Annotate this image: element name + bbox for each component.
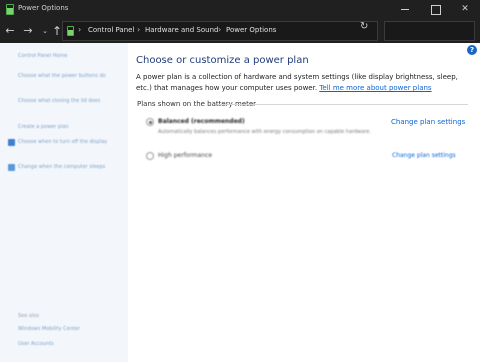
- see-also-label: See also: [18, 313, 40, 319]
- forward-button[interactable]: →: [21, 23, 35, 39]
- breadcrumb-separator: ›: [218, 25, 222, 34]
- sidebar-item-control-panel-home[interactable]: Control Panel Home: [18, 53, 122, 60]
- navigation-bar: ← → ⌄ ↑ › Control Panel › Hardware and S…: [0, 19, 480, 43]
- plan-balanced-description: Automatically balances performance with …: [158, 129, 371, 135]
- page-title: Choose or customize a power plan: [136, 55, 309, 66]
- plan-high-performance-radio[interactable]: [146, 152, 154, 160]
- sidebar-item-mobility-center[interactable]: Windows Mobility Center: [18, 326, 122, 333]
- section-divider: [217, 104, 468, 105]
- breadcrumb-control-panel[interactable]: Control Panel: [88, 26, 134, 34]
- change-plan-settings-balanced-link[interactable]: Change plan settings: [391, 118, 465, 126]
- change-plan-settings-high-performance-link[interactable]: Change plan settings: [392, 152, 456, 159]
- close-button[interactable]: ✕: [450, 0, 480, 19]
- back-button[interactable]: ←: [3, 23, 17, 39]
- breadcrumb-separator: ›: [78, 25, 82, 34]
- power-options-icon: [6, 4, 14, 15]
- sidebar-item-user-accounts[interactable]: User Accounts: [18, 341, 122, 348]
- help-icon[interactable]: ?: [467, 45, 477, 55]
- minimize-button[interactable]: [390, 0, 420, 19]
- breadcrumb-power-options[interactable]: Power Options: [226, 26, 276, 34]
- sidebar-item-computer-sleeps[interactable]: Change when the computer sleeps: [18, 164, 122, 171]
- page-description: A power plan is a collection of hardware…: [136, 72, 466, 94]
- power-options-icon: [67, 26, 74, 36]
- sidebar-item-turn-off-display[interactable]: Choose when to turn off the display: [18, 139, 122, 146]
- address-bar[interactable]: › Control Panel › Hardware and Sound › P…: [62, 21, 403, 41]
- search-input[interactable]: [384, 21, 475, 41]
- breadcrumb-hardware-and-sound[interactable]: Hardware and Sound: [145, 26, 218, 34]
- sidebar: Control Panel Home Choose what the power…: [0, 43, 128, 362]
- maximize-button[interactable]: [420, 0, 450, 19]
- content-area: Control Panel Home Choose what the power…: [0, 43, 480, 362]
- window-title: Power Options: [18, 4, 69, 12]
- sleep-moon-icon: [8, 164, 15, 171]
- breadcrumb-separator: ›: [137, 25, 141, 34]
- sidebar-item-create-plan[interactable]: Create a power plan: [18, 124, 122, 131]
- refresh-button[interactable]: ↻: [360, 21, 368, 32]
- sidebar-item-power-buttons[interactable]: Choose what the power buttons do: [18, 73, 122, 80]
- plan-high-performance-name[interactable]: High performance: [158, 152, 212, 159]
- plan-balanced-name[interactable]: Balanced (recommended): [158, 118, 245, 125]
- plan-balanced-radio[interactable]: [146, 118, 154, 126]
- tell-me-more-link[interactable]: Tell me more about power plans: [319, 84, 431, 92]
- sidebar-item-closing-lid[interactable]: Choose what closing the lid does: [18, 98, 122, 105]
- display-shield-icon: [8, 139, 15, 146]
- title-bar: Power Options ✕: [0, 0, 480, 19]
